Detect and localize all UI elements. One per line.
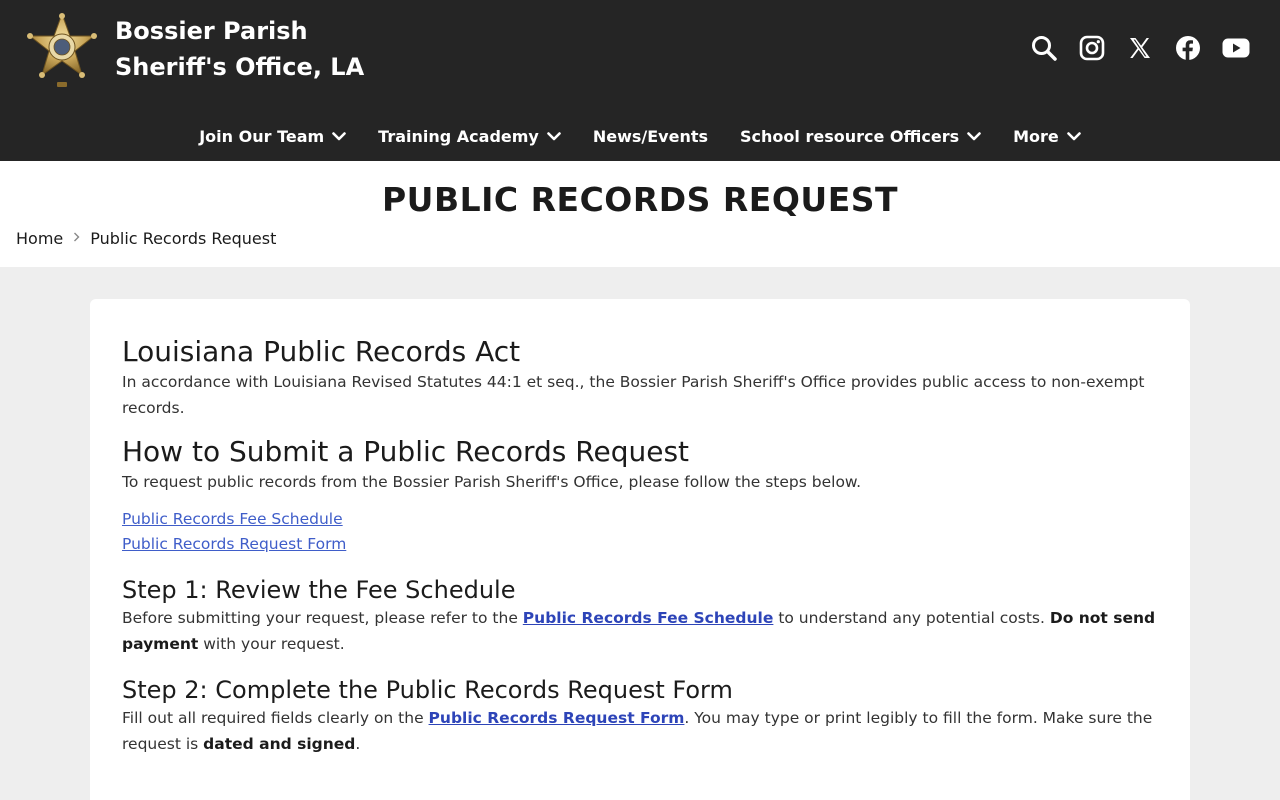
section-step-1: Step 1: Review the Fee Schedule Before s… (122, 575, 1158, 657)
step1-fee-schedule-link[interactable]: Public Records Fee Schedule (523, 609, 774, 627)
sheriff-badge-logo (27, 12, 97, 87)
document-links: Public Records Fee Schedule Public Recor… (122, 507, 1158, 557)
nav-label: More (1013, 126, 1059, 146)
step1-text-pre: Before submitting your request, please r… (122, 609, 523, 627)
page-title: PUBLIC RECORDS REQUEST (381, 180, 899, 219)
nav-label: School resource Officers (740, 126, 960, 146)
nav-join-our-team[interactable]: Join Our Team (183, 120, 362, 152)
title-band: PUBLIC RECORDS REQUEST Home Public Recor… (0, 161, 1280, 267)
paragraph-step-1: Before submitting your request, please r… (122, 605, 1158, 657)
site-title: Bossier Parish Sheriff's Office, LA (115, 13, 364, 85)
main-nav: Join Our Team Training Academy News/Even… (0, 120, 1280, 152)
nav-news-events[interactable]: News/Events (577, 120, 724, 152)
heading-step-1: Step 1: Review the Fee Schedule (122, 576, 516, 604)
heading-how-to-submit: How to Submit a Public Records Request (122, 435, 690, 468)
paragraph-submit: To request public records from the Bossi… (122, 473, 862, 491)
search-icon[interactable] (1030, 34, 1058, 62)
paragraph-step-2: Fill out all required fields clearly on … (122, 705, 1158, 757)
nav-label: Join Our Team (199, 126, 325, 146)
chevron-down-icon (1066, 131, 1081, 141)
chevron-right-icon (73, 231, 80, 246)
site-title-line2: Sheriff's Office, LA (115, 53, 365, 81)
fee-schedule-link[interactable]: Public Records Fee Schedule (122, 507, 1158, 532)
brand[interactable]: Bossier Parish Sheriff's Office, LA (27, 12, 364, 88)
section-step-2: Step 2: Complete the Public Records Requ… (122, 675, 1158, 757)
step1-text-mid: to understand any potential costs. (773, 609, 1050, 627)
site-header: Bossier Parish Sheriff's Office, LA Join… (0, 0, 1280, 161)
step2-text-post: . (355, 735, 361, 753)
facebook-icon[interactable] (1174, 34, 1202, 62)
step2-text-pre: Fill out all required fields clearly on … (122, 709, 429, 727)
breadcrumb-current: Public Records Request (90, 229, 277, 248)
section-act: Louisiana Public Records Act In accordan… (122, 335, 1158, 421)
step1-text-post: with your request. (198, 635, 345, 653)
nav-school-resource-officers[interactable]: School resource Officers (724, 120, 997, 152)
breadcrumb-home-link[interactable]: Home (16, 229, 63, 248)
site-title-line1: Bossier Parish (115, 17, 308, 45)
chevron-down-icon (547, 131, 561, 141)
main-content: Louisiana Public Records Act In accordan… (0, 267, 1280, 800)
chevron-down-icon (967, 131, 981, 141)
heading-public-records-act: Louisiana Public Records Act (122, 335, 521, 368)
nav-training-academy[interactable]: Training Academy (362, 120, 577, 152)
heading-step-2: Step 2: Complete the Public Records Requ… (122, 676, 733, 704)
instagram-icon[interactable] (1078, 34, 1106, 62)
youtube-icon[interactable] (1222, 34, 1250, 62)
section-submit: How to Submit a Public Records Request T… (122, 435, 1158, 495)
breadcrumb: Home Public Records Request (16, 229, 276, 248)
header-icons (1030, 34, 1250, 62)
x-icon[interactable] (1126, 34, 1154, 62)
step2-request-form-link[interactable]: Public Records Request Form (429, 709, 685, 727)
content-card: Louisiana Public Records Act In accordan… (90, 299, 1190, 800)
nav-label: News/Events (592, 126, 709, 146)
nav-more[interactable]: More (997, 120, 1097, 152)
paragraph-act: In accordance with Louisiana Revised Sta… (122, 373, 1145, 417)
step2-bold-text: dated and signed (203, 735, 356, 753)
chevron-down-icon (332, 131, 346, 141)
request-form-link[interactable]: Public Records Request Form (122, 532, 1158, 557)
nav-label: Training Academy (378, 126, 539, 146)
